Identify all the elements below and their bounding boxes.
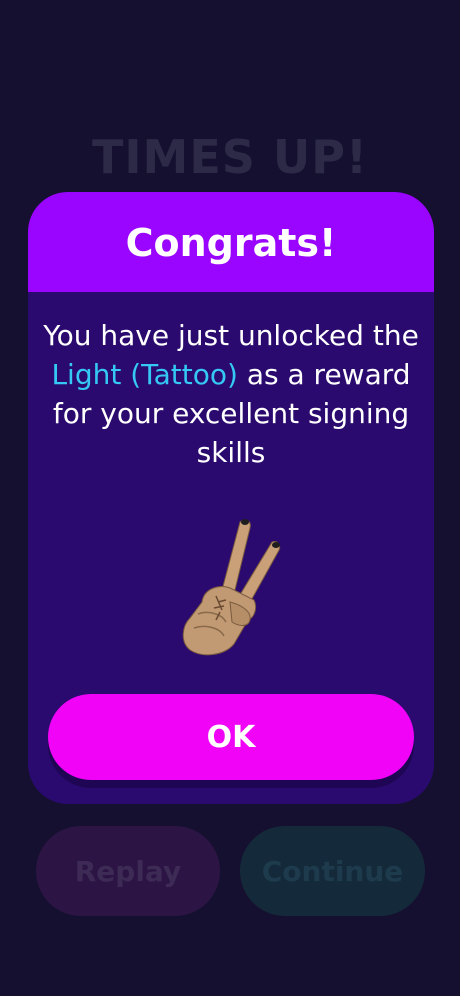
- ok-button[interactable]: OK: [48, 694, 414, 780]
- times-up-title: TIMES UP!: [92, 130, 368, 184]
- continue-button[interactable]: Continue: [240, 826, 425, 916]
- replay-button[interactable]: Replay: [36, 826, 220, 916]
- dialog-message: You have just unlocked the Light (Tattoo…: [34, 316, 428, 472]
- dialog-title: Congrats!: [125, 221, 337, 265]
- reward-name: Light (Tattoo): [51, 358, 238, 391]
- peace-sign-hand-icon: [182, 519, 281, 656]
- congrats-dialog: Congrats! You have just unlocked the Lig…: [28, 192, 434, 804]
- dialog-header: Congrats!: [28, 192, 434, 292]
- message-text-before: You have just unlocked the: [43, 319, 419, 352]
